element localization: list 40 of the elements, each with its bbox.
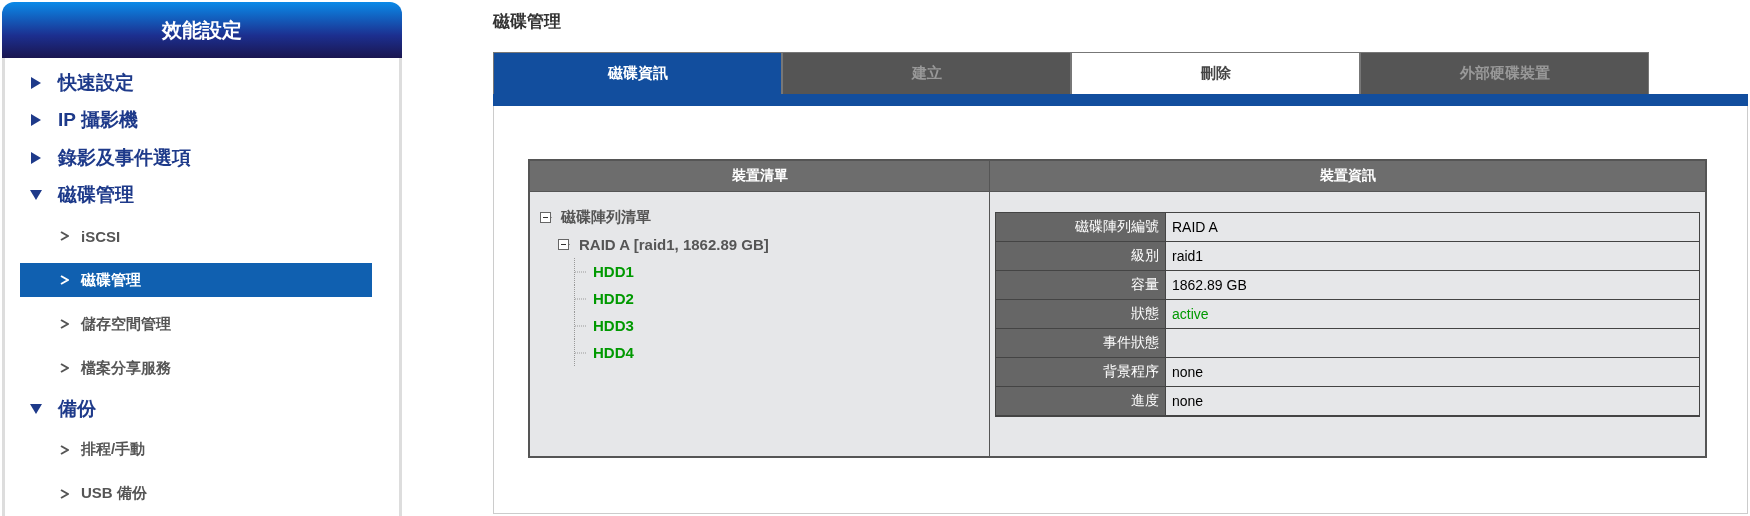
sidebar-group[interactable]: IP 攝影機: [20, 101, 399, 139]
field-label: 背景程序: [996, 358, 1166, 387]
field-label: 磁碟陣列編號: [996, 213, 1166, 242]
field-label: 容量: [996, 271, 1166, 300]
field-value: none: [1166, 358, 1699, 387]
chevron-icon: [60, 319, 69, 329]
column-header: 裝置資訊: [990, 161, 1705, 192]
chevron-icon: [60, 275, 69, 285]
field-value: RAID A: [1166, 213, 1699, 242]
field-value: 1862.89 GB: [1166, 271, 1699, 300]
column-header: 裝置清單: [530, 161, 989, 192]
chevron-icon: [60, 231, 69, 241]
chevron-icon: [60, 488, 69, 499]
tree-item[interactable]: RAID A [raid1, 1862.89 GB]: [579, 236, 769, 253]
field-label: 進度: [996, 387, 1166, 416]
sidebar-item[interactable]: 排程/手動: [20, 432, 372, 467]
chevron-icon: [60, 444, 69, 455]
page-title: 磁碟管理: [493, 11, 562, 33]
field-label: 級別: [996, 242, 1166, 271]
sidebar-group[interactable]: 備份: [20, 390, 399, 428]
chevron-icon: [60, 363, 69, 373]
field-label: 事件狀態: [996, 329, 1166, 358]
sidebar-header: 效能設定: [2, 2, 402, 58]
sidebar-item[interactable]: 磁碟管理: [20, 263, 372, 297]
field-value: raid1: [1166, 242, 1699, 271]
field-label: 狀態: [996, 300, 1166, 329]
tree-item[interactable]: 磁碟陣列清單: [561, 208, 651, 227]
collapse-icon[interactable]: [558, 239, 571, 250]
sidebar-item[interactable]: iSCSI: [20, 219, 372, 253]
sidebar-item[interactable]: 檔案分享服務: [20, 351, 372, 385]
sidebar-item[interactable]: 儲存空間管理: [20, 307, 372, 341]
tab[interactable]: 刪除: [1071, 52, 1360, 94]
field-value: none: [1166, 387, 1699, 416]
sidebar-group[interactable]: 磁碟管理: [20, 176, 399, 214]
sidebar-item[interactable]: USB 備份: [20, 476, 372, 511]
tab[interactable]: 磁碟資訊: [493, 52, 782, 94]
sidebar-group[interactable]: 錄影及事件選項: [20, 139, 399, 177]
field-value: active: [1166, 300, 1699, 329]
sidebar-group[interactable]: 快速設定: [20, 64, 399, 102]
collapse-icon[interactable]: [540, 212, 553, 223]
